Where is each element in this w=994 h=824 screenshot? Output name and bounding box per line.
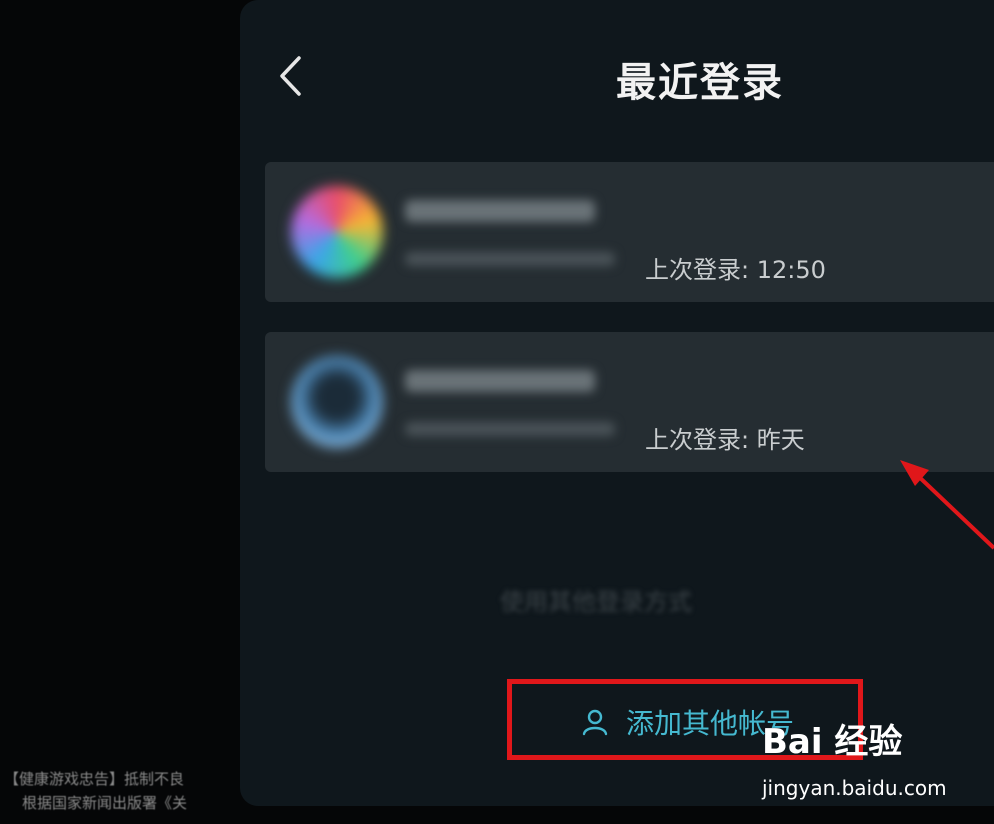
account-name-blurred <box>405 370 595 392</box>
watermark-url: jingyan.baidu.com <box>762 776 947 800</box>
account-name-blurred <box>405 200 595 222</box>
account-id-blurred <box>405 422 615 436</box>
other-login-methods-link[interactable]: 使用其他登录方式 <box>500 582 692 617</box>
account-item[interactable]: 上次登录: 12:50 <box>265 162 994 302</box>
account-item[interactable]: 上次登录: 昨天 <box>265 332 994 472</box>
chevron-left-icon <box>280 56 301 96</box>
user-icon <box>582 709 608 736</box>
last-login-time: 上次登录: 12:50 <box>645 256 826 284</box>
last-login-time: 上次登录: 昨天 <box>645 426 805 454</box>
baidu-logo: Bai 经验 <box>762 722 903 762</box>
account-id-blurred <box>405 252 615 266</box>
baidu-watermark: Bai 经验 jingyan.baidu.com <box>762 714 962 814</box>
avatar <box>291 186 383 278</box>
back-button[interactable] <box>272 52 308 100</box>
avatar <box>291 356 383 448</box>
page-title: 最近登录 <box>616 60 784 106</box>
